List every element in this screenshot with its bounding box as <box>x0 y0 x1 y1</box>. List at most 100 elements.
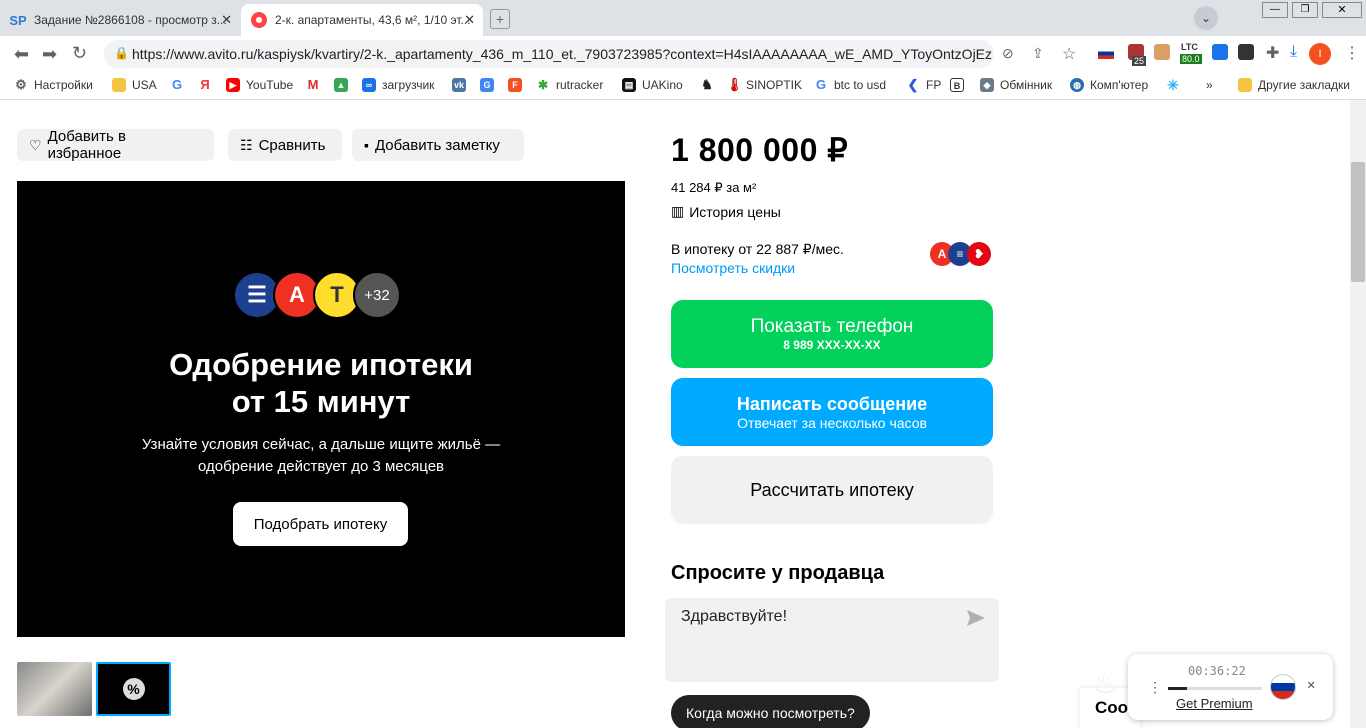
close-tab-icon[interactable]: ✕ <box>464 12 475 28</box>
add-to-favorites-button[interactable]: ♡ Добавить в избранное <box>17 128 214 162</box>
close-window-icon[interactable]: ✕ <box>1322 2 1362 18</box>
vpn-menu-icon[interactable]: ⋮ <box>1148 680 1162 696</box>
mortgage-thumbnail[interactable]: % <box>96 662 171 716</box>
listing-price: 1 800 000 ₽ <box>671 132 849 168</box>
rutracker-icon: ✱ <box>537 78 549 92</box>
address-bar[interactable]: 🔒 https://www.avito.ru/kaspiysk/kvartiry… <box>104 40 994 68</box>
bookmark-label: UAKino <box>642 78 683 92</box>
see-discounts-link[interactable]: Посмотреть скидки <box>671 260 795 276</box>
browser-toolbar: ⬅ ➡ ↻ 🔒 https://www.avito.ru/kaspiysk/kv… <box>0 36 1366 72</box>
bookmark-drive[interactable]: ▲ <box>334 78 354 92</box>
bookmark-fp[interactable]: ❮ FP <box>906 77 942 93</box>
vk-icon: vk <box>452 78 466 92</box>
bookmark-translate[interactable]: G <box>480 78 500 92</box>
bookmark-bc[interactable]: B <box>950 78 970 92</box>
choose-mortgage-button[interactable]: Подобрать ипотеку <box>233 502 408 546</box>
bookmark-loader[interactable]: ∞ загрузчик <box>362 78 434 92</box>
share-icon[interactable]: ⇪ <box>1032 45 1044 62</box>
masked-phone: 8 989 XXX-XX-XX <box>783 338 881 352</box>
avito-favicon-icon <box>251 12 267 28</box>
scrollbar-thumb[interactable] <box>1351 162 1365 282</box>
profile-avatar[interactable]: I <box>1309 43 1331 65</box>
close-tab-icon[interactable]: ✕ <box>221 12 232 28</box>
infinity-icon: ∞ <box>362 78 376 92</box>
bookmark-yandex[interactable]: Я <box>198 78 218 92</box>
extensions-puzzle-icon[interactable]: ✚ <box>1266 43 1279 63</box>
write-message-button[interactable]: Написать сообщение Отвечает за несколько… <box>671 378 993 446</box>
bookmark-rutracker[interactable]: ✱ rutracker <box>536 78 603 92</box>
ask-seller-input[interactable]: Здравствуйте! <box>665 598 999 682</box>
reply-time: Отвечает за несколько часов <box>737 415 927 431</box>
extension-face-icon[interactable] <box>1154 44 1170 60</box>
bookmark-settings[interactable]: ⚙ Настройки <box>14 78 93 93</box>
bookmark-f[interactable]: F <box>508 78 528 92</box>
chevron-left-icon: ❮ <box>907 77 919 92</box>
compare-button[interactable]: ☷ Сравнить <box>228 129 342 161</box>
gallery-mortgage-banner[interactable]: ☰ A T +32 Одобрение ипотеки от 15 минут … <box>17 181 625 637</box>
bookmark-sinoptik[interactable]: 🌡 SINOPTIK <box>726 78 802 93</box>
bookmark-google[interactable]: G <box>170 78 190 92</box>
russia-flag-icon[interactable] <box>1270 674 1296 700</box>
maximize-icon[interactable]: ❐ <box>1292 2 1318 18</box>
close-icon[interactable]: ✕ <box>1307 677 1315 693</box>
bookmark-computer[interactable]: ◍ Комп'ютер <box>1070 78 1148 92</box>
tab-avito[interactable]: 2-к. апартаменты, 43,6 м², 1/10 эт... ✕ <box>241 4 483 36</box>
bookmarks-bar: ⚙ Настройки USA G Я ▶ YouTube M ▲ ∞ загрузч… <box>0 72 1366 100</box>
photo-thumbnail[interactable] <box>17 662 92 716</box>
show-phone-button[interactable]: Показать телефон 8 989 XXX-XX-XX <box>671 300 993 368</box>
add-note-button[interactable]: ▪ Добавить заметку <box>352 129 524 161</box>
folder-icon <box>1238 78 1252 92</box>
new-tab-button[interactable]: + <box>490 9 510 29</box>
calculate-mortgage-button[interactable]: Рассчитать ипотеку <box>671 456 993 524</box>
bookmark-label: btc to usd <box>834 78 887 92</box>
google-icon: G <box>815 77 827 92</box>
folder-icon <box>112 78 126 92</box>
bookmark-star[interactable]: ✳ <box>1166 78 1186 92</box>
vpn-timer: 00:36:22 <box>1188 664 1246 678</box>
bookmark-label: Комп'ютер <box>1090 78 1149 92</box>
banner-title-line2: от 15 минут <box>231 384 411 419</box>
bookmark-btc[interactable]: Gbtc to usd <box>814 77 887 93</box>
tab-zadanie[interactable]: SP Задание №2866108 - просмотр з... ✕ <box>0 4 240 36</box>
bookmark-other[interactable]: Другие закладки <box>1238 78 1350 92</box>
bookmark-usa[interactable]: USA <box>112 78 157 92</box>
downloads-icon[interactable]: ⤓ <box>1290 43 1297 61</box>
forward-icon[interactable]: ➡ <box>42 44 57 65</box>
extension-badge: 25 <box>1132 56 1147 66</box>
drive-icon: ▲ <box>334 78 348 92</box>
star-icon: ✳ <box>1167 77 1179 93</box>
site-settings-icon[interactable]: ⊘ <box>1002 45 1014 62</box>
browser-menu-icon[interactable]: ⋮ <box>1344 43 1360 63</box>
bookmark-label: Другие закладки <box>1258 78 1350 92</box>
get-premium-link[interactable]: Get Premium <box>1176 696 1253 711</box>
bookmark-label: Настройки <box>34 78 93 92</box>
reload-icon[interactable]: ↻ <box>72 43 87 64</box>
quick-question-chip[interactable]: Когда можно посмотреть? <box>671 695 870 728</box>
price-history-link[interactable]: ▥ История цены <box>671 203 781 220</box>
globe-icon: ◍ <box>1070 78 1084 92</box>
minimize-icon[interactable]: — <box>1262 2 1288 18</box>
ask-seller-title: Спросите у продавца <box>671 562 885 584</box>
back-icon[interactable]: ⬅ <box>14 44 29 65</box>
russia-flag-icon[interactable] <box>1098 48 1114 59</box>
bookmark-chess[interactable]: ♞ <box>700 78 720 92</box>
tab-title: 2-к. апартаменты, 43,6 м², 1/10 эт... <box>275 13 471 27</box>
vpn-progress-fill <box>1168 687 1187 690</box>
bar-chart-icon: ▥ <box>671 203 685 219</box>
bookmark-uakino[interactable]: ▤ UAKino <box>622 78 683 92</box>
terminal-extension-icon[interactable] <box>1238 44 1254 60</box>
window-controls: — ❐ ✕ <box>1262 2 1362 20</box>
bookmark-vk[interactable]: vk <box>452 78 472 92</box>
bookmarks-overflow[interactable]: » <box>1206 78 1213 92</box>
bookmark-gmail[interactable]: M <box>306 78 326 92</box>
bookmark-youtube[interactable]: ▶ YouTube <box>226 78 293 92</box>
bookmark-star-icon[interactable]: ☆ <box>1062 44 1076 64</box>
bookmark-exchanger[interactable]: ◆ Обмінник <box>980 78 1052 92</box>
f-icon: F <box>508 78 522 92</box>
download-extension-icon[interactable] <box>1212 44 1228 60</box>
chess-knight-icon: ♞ <box>701 77 713 92</box>
tab-strip: SP Задание №2866108 - просмотр з... ✕ 2-… <box>0 0 1366 36</box>
tab-search-icon[interactable]: ⌄ <box>1194 6 1218 30</box>
send-icon[interactable] <box>967 610 985 626</box>
google-icon: G <box>171 77 183 92</box>
